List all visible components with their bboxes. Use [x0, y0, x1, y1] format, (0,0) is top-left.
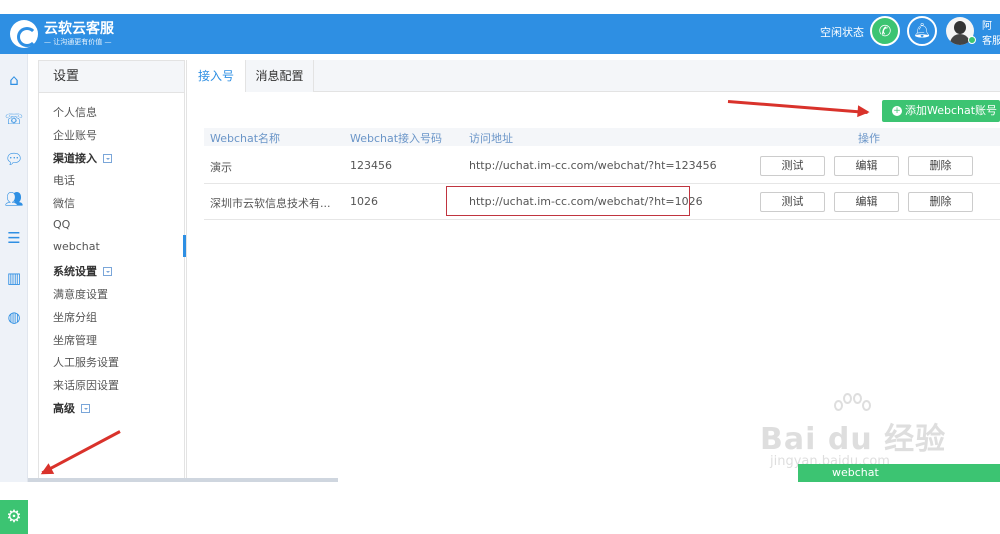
list-icon[interactable]: ☰ [4, 228, 24, 248]
row1-delete-button[interactable]: 删除 [908, 156, 973, 176]
settings-sidebar: 设置 个人信息 企业账号 渠道接入 电话 微信 QQ webchat 系统设置 … [38, 60, 186, 480]
app-title: 云软云客服 [44, 21, 114, 37]
menu-group-channel-access[interactable]: 渠道接入 [53, 150, 112, 166]
url-highlight-box [446, 186, 690, 216]
compass-icon[interactable]: ◍ [4, 307, 24, 327]
app-subtitle: — 让沟通更有价值 — [44, 38, 112, 46]
bell-icon: 🔔︎ [913, 23, 931, 39]
collapse-toggle-icon[interactable] [103, 267, 112, 276]
collapse-toggle-icon[interactable] [81, 404, 90, 413]
logo-mark-icon [10, 20, 38, 48]
column-header-url: 访问地址 [469, 132, 513, 145]
top-margin [0, 0, 1000, 14]
menu-group-advanced[interactable]: 高级 [53, 400, 90, 416]
menu-item-profile[interactable]: 个人信息 [53, 104, 97, 120]
watermark-brand: Bai du 经验 [760, 422, 947, 457]
menu-item-agent-groups[interactable]: 坐席分组 [53, 309, 97, 325]
user-name[interactable]: 阿 [982, 17, 992, 32]
menu-item-call-reasons[interactable]: 来话原因设置 [53, 377, 119, 393]
row1-number: 123456 [350, 159, 392, 172]
row1-test-button[interactable]: 测试 [760, 156, 825, 176]
home-icon[interactable]: ⌂ [4, 70, 24, 90]
menu-item-wechat[interactable]: 微信 [53, 195, 75, 211]
user-role: 客服 [982, 36, 1000, 47]
row-divider [204, 183, 1000, 184]
row1-name: 演示 [210, 161, 232, 174]
menu-item-enterprise-account[interactable]: 企业账号 [53, 127, 97, 143]
row2-name: 深圳市云软信息技术有... [210, 197, 331, 210]
phone-button[interactable]: ✆ [870, 16, 900, 46]
menu-item-manual-service[interactable]: 人工服务设置 [53, 354, 119, 370]
menu-item-qq[interactable]: QQ [53, 218, 70, 231]
row1-edit-button[interactable]: 编辑 [834, 156, 899, 176]
chat-icon[interactable]: 💬︎ [4, 149, 24, 169]
menu-item-satisfaction[interactable]: 满意度设置 [53, 286, 108, 302]
users-icon[interactable]: 👥︎ [4, 189, 24, 209]
phone-icon: ✆ [878, 22, 892, 40]
gear-icon: ⚙ [6, 507, 22, 527]
webchat-launcher[interactable]: webchat [798, 464, 1000, 482]
agent-status-label[interactable]: 空闲状态 [820, 24, 864, 40]
online-status-dot [968, 36, 976, 44]
top-header: 云软云客服 — 让沟通更有价值 — 空闲状态 ✆ 🔔︎ 阿 客服 [0, 14, 1000, 54]
row2-number: 1026 [350, 195, 378, 208]
table-header: Webchat名称 Webchat接入号码 访问地址 操作 [204, 128, 1000, 146]
row2-test-button[interactable]: 测试 [760, 192, 825, 212]
row-divider [204, 219, 1000, 220]
column-header-number: Webchat接入号码 [350, 132, 443, 145]
tab-message-config[interactable]: 消息配置 [246, 60, 314, 92]
bar-chart-icon[interactable]: ▥ [4, 268, 24, 288]
menu-item-phone[interactable]: 电话 [53, 172, 75, 188]
menu-item-webchat[interactable]: webchat [53, 240, 100, 253]
plus-circle-icon: + [892, 106, 902, 116]
row2-edit-button[interactable]: 编辑 [834, 192, 899, 212]
column-header-name: Webchat名称 [210, 132, 281, 145]
tab-strip: 接入号 消息配置 [186, 60, 1000, 93]
notification-button[interactable]: 🔔︎ [907, 16, 937, 46]
bottom-margin [0, 482, 1000, 500]
app-logo[interactable]: 云软云客服 — 让沟通更有价值 — [10, 17, 114, 51]
tab-access-number[interactable]: 接入号 [186, 60, 246, 93]
settings-title: 设置 [39, 61, 184, 93]
baidu-watermark: Bai du 经验 jingyan.baidu.com [760, 392, 960, 472]
column-header-actions: 操作 [858, 132, 880, 145]
settings-gear-button[interactable]: ⚙ [0, 500, 28, 534]
left-icon-nav: ⌂ ☏ 💬︎ 👥︎ ☰ ▥ ◍ ⚙ [0, 54, 28, 534]
menu-group-system-settings[interactable]: 系统设置 [53, 263, 112, 279]
row2-delete-button[interactable]: 删除 [908, 192, 973, 212]
add-webchat-account-button[interactable]: + 添加Webchat账号 [882, 100, 1000, 122]
collapse-toggle-icon[interactable] [103, 154, 112, 163]
phone-icon[interactable]: ☏ [4, 109, 24, 129]
row1-url[interactable]: http://uchat.im-cc.com/webchat/?ht=12345… [469, 159, 717, 172]
menu-item-agent-management[interactable]: 坐席管理 [53, 332, 97, 348]
